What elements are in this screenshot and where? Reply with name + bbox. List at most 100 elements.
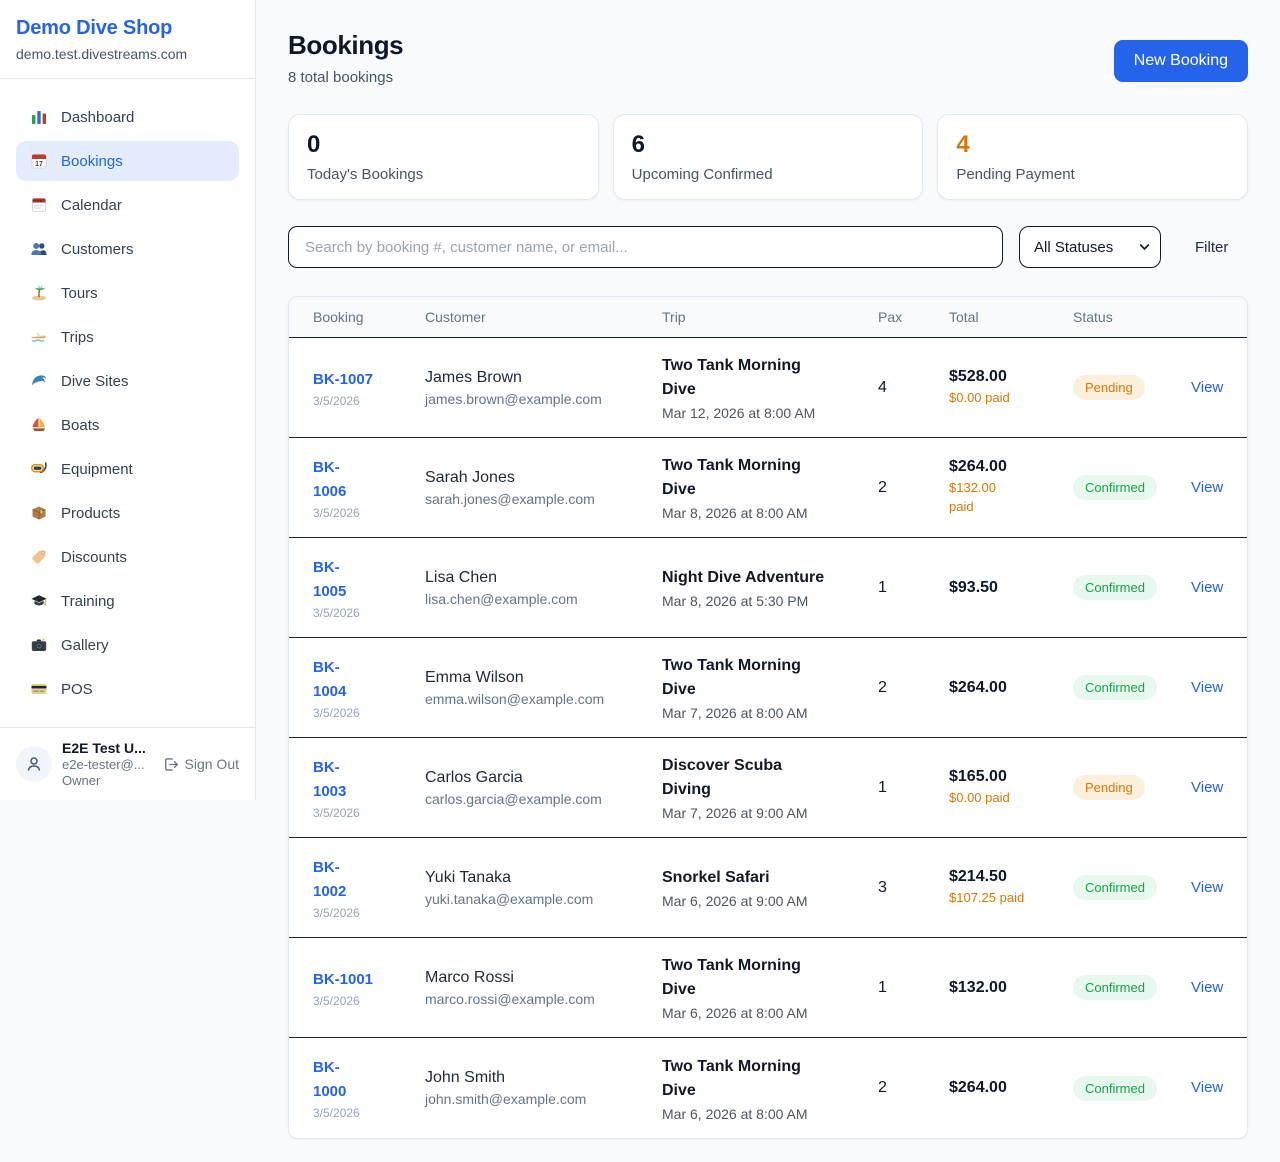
table-header-row: Booking Customer Trip Pax Total Status [289,297,1247,338]
view-link[interactable]: View [1191,1079,1223,1096]
svg-text:17: 17 [35,161,43,168]
booking-id-link[interactable]: BK-1007 [313,368,373,392]
status-badge: Confirmed [1073,675,1157,700]
sidebar-item-label: Bookings [61,153,123,170]
search-input[interactable] [288,226,1003,268]
view-link[interactable]: View [1191,579,1223,596]
camera-icon [30,636,48,654]
customer-email: emma.wilson@example.com [425,691,650,707]
column-header-status: Status [1073,309,1191,325]
user-role: Owner [62,773,152,788]
sidebar-item-training[interactable]: Training [16,581,239,621]
pax-count: 3 [878,879,949,897]
booking-id-link[interactable]: BK-1001 [313,968,373,992]
stat-label: Upcoming Confirmed [632,166,905,183]
status-filter-select[interactable]: All Statuses [1020,227,1160,267]
trip-name: Two Tank Morning Dive [662,354,866,402]
page-subtitle: 8 total bookings [288,69,403,86]
sidebar-item-label: Dive Sites [61,373,129,390]
page-header: Bookings 8 total bookings New Booking [288,30,1248,86]
view-link[interactable]: View [1191,679,1223,696]
status-badge: Pending [1073,775,1145,800]
booking-date: 3/5/2026 [313,806,413,820]
customers-icon [30,240,48,258]
status-badge: Confirmed [1073,875,1157,900]
dashboard-icon [30,108,48,126]
stat-card-upcoming-confirmed: 6 Upcoming Confirmed [613,114,924,200]
stat-label: Today's Bookings [307,166,580,183]
sidebar-item-dive-sites[interactable]: Dive Sites [16,361,239,401]
total-amount: $165.00 [949,768,1061,786]
table-row: BK- 1003 3/5/2026 Carlos Garcia carlos.g… [289,738,1247,838]
sidebar-item-pos[interactable]: POS [16,669,239,709]
total-amount: $264.00 [949,458,1061,476]
status-badge: Confirmed [1073,975,1157,1000]
trip-datetime: Mar 6, 2026 at 8:00 AM [662,1005,866,1021]
trip-datetime: Mar 8, 2026 at 5:30 PM [662,593,866,609]
sidebar-item-calendar[interactable]: Calendar [16,185,239,225]
trip-name: Night Dive Adventure [662,566,866,590]
sidebar-nav: Dashboard 17 Bookings Calendar Customers… [0,79,255,709]
pax-count: 1 [878,779,949,797]
column-header-trip: Trip [662,309,878,325]
bookings-table: Booking Customer Trip Pax Total Status B… [288,296,1248,1139]
sidebar-item-tours[interactable]: Tours [16,273,239,313]
status-badge: Confirmed [1073,1076,1157,1101]
sidebar-item-boats[interactable]: Boats [16,405,239,445]
stat-value: 4 [956,131,1229,159]
sidebar-item-label: Products [61,505,120,522]
total-amount: $528.00 [949,368,1061,386]
column-header-booking: Booking [289,309,425,325]
sign-out-button[interactable]: Sign Out [162,756,239,773]
sidebar-item-bookings[interactable]: 17 Bookings [16,141,239,181]
view-link[interactable]: View [1191,479,1223,496]
sidebar-item-label: Tours [61,285,98,302]
sidebar-user-footer: E2E Test U... e2e-tester@... Owner Sign … [0,727,255,800]
trip-datetime: Mar 8, 2026 at 8:00 AM [662,505,866,521]
total-amount: $264.00 [949,1079,1061,1097]
table-row: BK- 1000 3/5/2026 John Smith john.smith@… [289,1038,1247,1138]
sidebar-item-equipment[interactable]: Equipment [16,449,239,489]
stat-card-todays-bookings: 0 Today's Bookings [288,114,599,200]
new-booking-button[interactable]: New Booking [1114,40,1248,82]
customer-name: Emma Wilson [425,669,650,687]
sidebar-item-discounts[interactable]: Discounts [16,537,239,577]
customer-email: lisa.chen@example.com [425,591,650,607]
booking-id-link[interactable]: BK- 1003 [313,756,346,804]
booking-id-link[interactable]: BK- 1006 [313,456,346,504]
view-link[interactable]: View [1191,979,1223,996]
booking-id-link[interactable]: BK- 1005 [313,556,346,604]
view-link[interactable]: View [1191,779,1223,796]
booking-date: 3/5/2026 [313,606,413,620]
trip-name: Two Tank Morning Dive [662,1055,866,1103]
sidebar-item-customers[interactable]: Customers [16,229,239,269]
view-link[interactable]: View [1191,379,1223,396]
sidebar-item-dashboard[interactable]: Dashboard [16,97,239,137]
booking-id-link[interactable]: BK- 1002 [313,856,346,904]
booking-date: 3/5/2026 [313,1106,413,1120]
customer-email: carlos.garcia@example.com [425,791,650,807]
tours-island-icon [30,284,48,302]
sidebar-item-gallery[interactable]: Gallery [16,625,239,665]
customer-email: yuki.tanaka@example.com [425,891,650,907]
table-body: BK-1007 3/5/2026 James Brown james.brown… [289,338,1247,1138]
customer-name: Marco Rossi [425,969,650,987]
column-header-total: Total [949,309,1073,325]
sidebar-item-trips[interactable]: Trips [16,317,239,357]
booking-id-link[interactable]: BK- 1004 [313,656,346,704]
booking-id-link[interactable]: BK- 1000 [313,1056,346,1104]
trip-datetime: Mar 7, 2026 at 8:00 AM [662,705,866,721]
customer-name: James Brown [425,369,650,387]
sidebar-item-products[interactable]: Products [16,493,239,533]
filter-button[interactable]: Filter [1195,239,1228,256]
pax-count: 1 [878,579,949,597]
view-link[interactable]: View [1191,879,1223,896]
customer-name: Carlos Garcia [425,769,650,787]
sailboat-icon [30,416,48,434]
user-info: E2E Test U... e2e-tester@... Owner [62,740,152,788]
booking-date: 3/5/2026 [313,906,413,920]
page-title: Bookings [288,30,403,61]
trip-datetime: Mar 6, 2026 at 9:00 AM [662,893,866,909]
sign-out-label: Sign Out [185,756,239,772]
sidebar-item-label: Equipment [61,461,133,478]
